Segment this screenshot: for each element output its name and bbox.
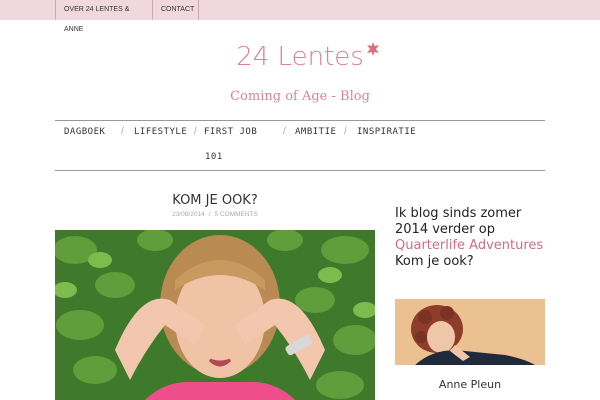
- author-name: Anne Pleun: [438, 378, 502, 391]
- top-bar: OVER 24 LENTES & ANNE CONTACT: [0, 0, 600, 33]
- post-image[interactable]: [55, 230, 375, 400]
- nav-first-job[interactable]: FIRST JOB: [204, 127, 257, 137]
- nav-ambitie[interactable]: AMBITIE: [295, 127, 336, 137]
- nav-bottom-border: [55, 170, 545, 171]
- sidebar-intro-text: Ik blog sinds zomer 2014 verder op: [395, 206, 522, 237]
- site-tagline: Coming of Age - Blog: [230, 89, 370, 104]
- topnav-contact[interactable]: CONTACT: [152, 0, 199, 20]
- site-title[interactable]: 24 Lentes: [0, 42, 600, 72]
- nav-top-border: [55, 120, 545, 121]
- nav-separator: /: [194, 126, 197, 137]
- topnav-about[interactable]: OVER 24 LENTES & ANNE: [55, 0, 153, 33]
- quarterlife-link[interactable]: Quarterlife Adventures: [395, 238, 543, 253]
- post-date: 23/08/2014: [172, 211, 205, 218]
- nav-lifestyle[interactable]: LIFESTYLE: [134, 127, 187, 137]
- nav-first-job-101[interactable]: 101: [205, 152, 223, 162]
- nav-separator: /: [283, 126, 286, 137]
- post-title[interactable]: KOM JE OOK?: [55, 193, 375, 208]
- leaf-icon: [367, 42, 379, 56]
- nav-inspiratie[interactable]: INSPIRATIE: [357, 127, 416, 137]
- nav-separator: /: [121, 126, 124, 137]
- nav-separator: /: [344, 126, 347, 137]
- post-comments-link[interactable]: 5 COMMENTS: [215, 211, 258, 218]
- sidebar-intro: Ik blog sinds zomer 2014 verder op Quart…: [395, 206, 555, 270]
- nav-dagboek[interactable]: DAGBOEK: [64, 127, 105, 137]
- author-photo: [395, 299, 545, 365]
- meta-separator: /: [208, 211, 211, 218]
- sidebar-question: Kom je ook?: [395, 254, 474, 269]
- post-meta: 23/08/2014/ 5 COMMENTS: [55, 211, 375, 218]
